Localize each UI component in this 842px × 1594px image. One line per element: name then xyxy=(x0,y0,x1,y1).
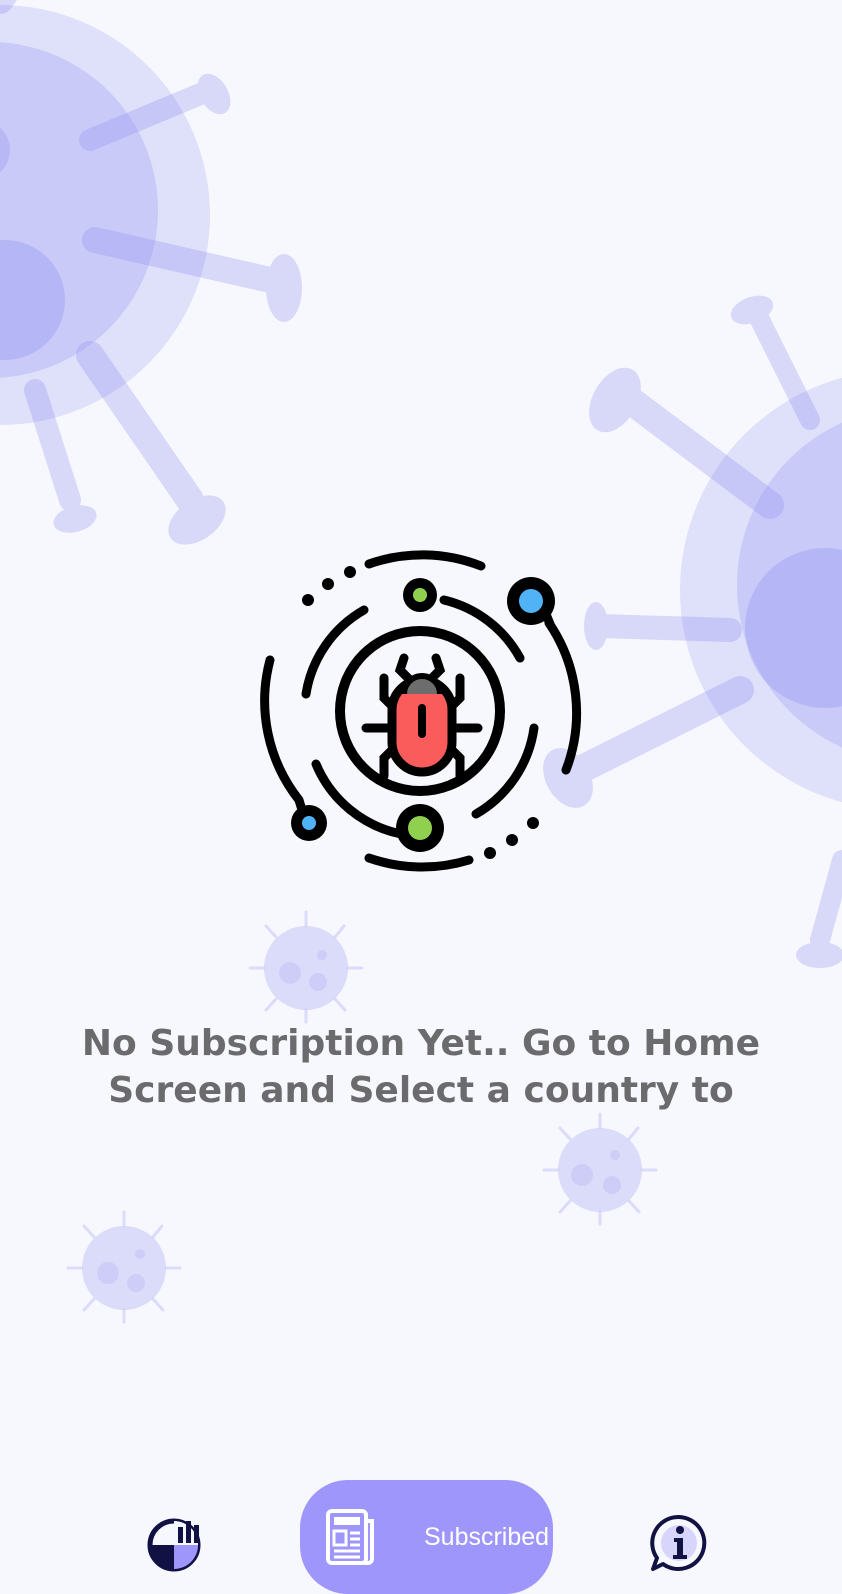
newspaper-icon xyxy=(326,1509,374,1565)
nav-info-button[interactable] xyxy=(644,1508,714,1578)
virus-large-top-left-icon xyxy=(0,0,302,545)
nav-subscribed-button[interactable]: Subscribed xyxy=(300,1480,553,1594)
nav-stats-button[interactable] xyxy=(140,1508,210,1578)
virus-small-right-icon xyxy=(542,1112,658,1226)
virus-small-center-icon xyxy=(248,910,364,1024)
info-bubble-icon xyxy=(650,1514,707,1571)
nav-subscribed-label: Subscribed xyxy=(424,1522,550,1551)
stats-chart-icon xyxy=(147,1518,201,1572)
empty-state-message: No Subscription Yet.. Go to Home Screen … xyxy=(81,1023,761,1111)
bottom-navigation: Subscribed xyxy=(0,1470,842,1594)
bug-radar-icon xyxy=(260,550,582,872)
virus-small-left-icon xyxy=(66,1210,182,1324)
